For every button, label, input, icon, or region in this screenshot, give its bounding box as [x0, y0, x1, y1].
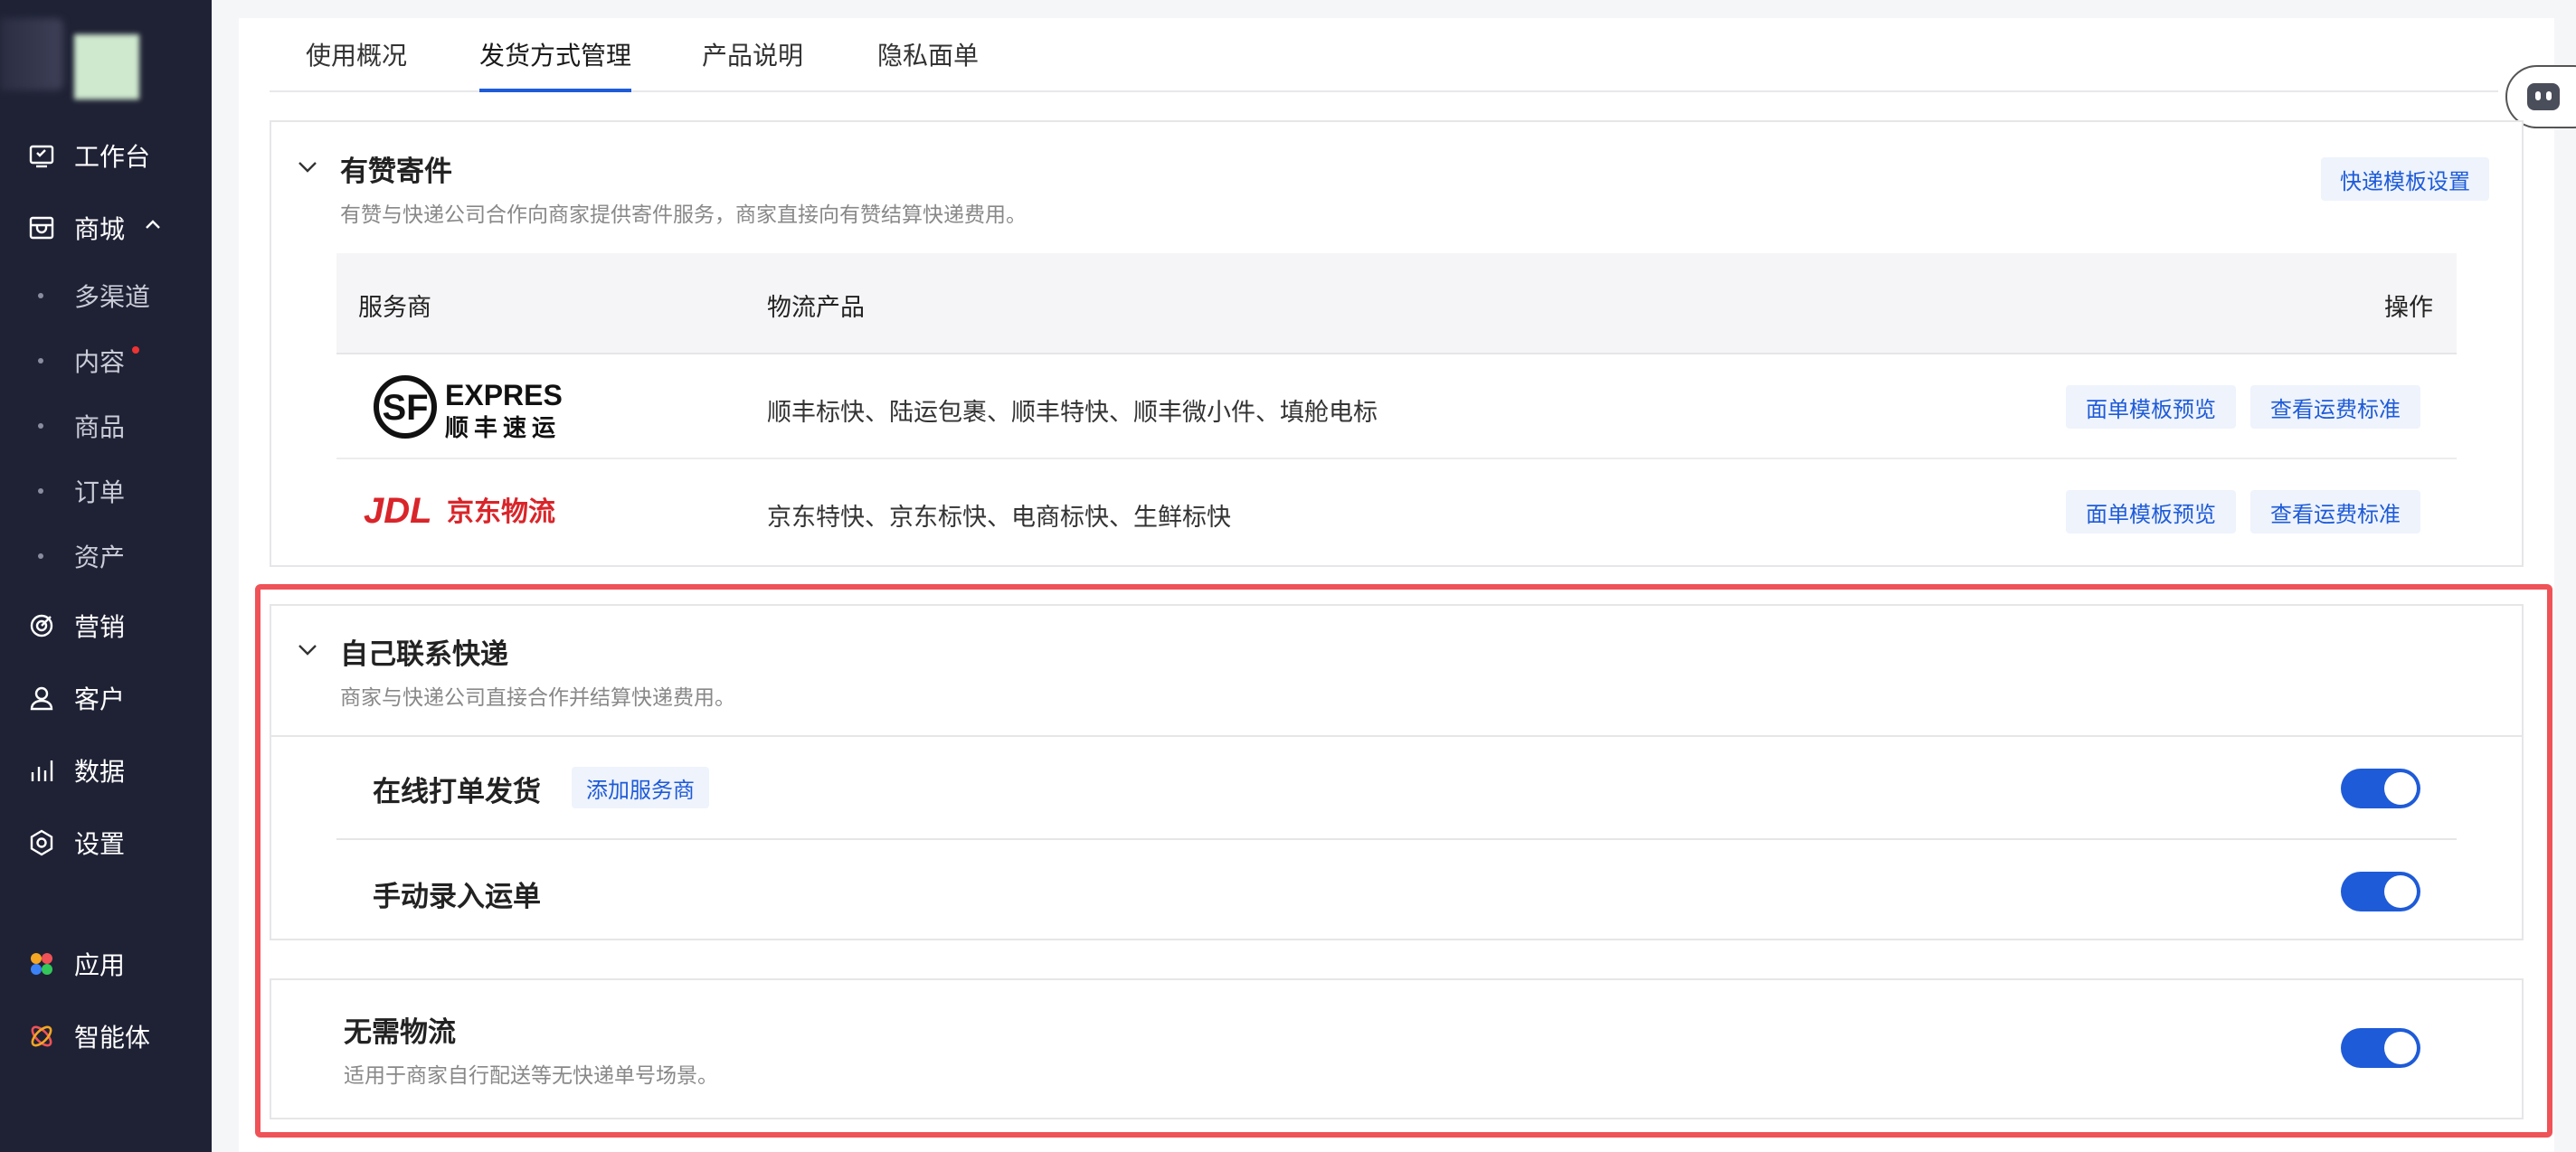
express-template-settings-button[interactable]: 快递模板设置 — [2321, 157, 2489, 201]
sidebar-item-store[interactable]: 商城 — [0, 201, 212, 255]
logo-blur — [0, 18, 63, 90]
table-row: JDL 京东物流 京东特快、京东标快、电商标快、生鲜标快 面单模板预览 查看运费… — [336, 461, 2457, 566]
sidebar-subitem-content[interactable]: 内容 — [0, 335, 212, 386]
agent-icon — [25, 1020, 58, 1053]
divider — [271, 735, 2522, 737]
online-print-title: 在线打单发货 — [373, 776, 541, 808]
sidebar-item-label: 营销 — [74, 612, 126, 642]
sidebar-item-workbench[interactable]: 工作台 — [0, 128, 212, 183]
data-icon — [25, 754, 58, 787]
svg-text:SF: SF — [382, 388, 428, 428]
toggle-knob — [2384, 1032, 2417, 1064]
active-tab-indicator — [479, 89, 631, 92]
bullet-dot — [38, 488, 43, 494]
marketing-icon — [25, 609, 58, 642]
waybill-template-preview-button[interactable]: 面单模板预览 — [2066, 385, 2236, 429]
sidebar-subitem-label: 资产 — [74, 543, 126, 572]
jdl-logistics-logo: JDL 京东物流 — [364, 488, 581, 534]
sidebar-item-marketing[interactable]: 营销 — [0, 599, 212, 653]
sidebar-item-data[interactable]: 数据 — [0, 743, 212, 798]
section-title: 无需物流 — [344, 1016, 456, 1049]
sf-express-logo: SF EXPRESS 顺丰速运 — [373, 371, 582, 443]
apps-icon — [25, 948, 58, 980]
sidebar-subitem-goods[interactable]: 商品 — [0, 401, 212, 451]
sidebar-item-settings[interactable]: 设置 — [0, 816, 212, 870]
add-provider-button[interactable]: 添加服务商 — [572, 767, 709, 808]
tab-bar: 使用概况 发货方式管理 产品说明 隐私面单 — [270, 36, 2498, 92]
sidebar-item-label: 客户 — [74, 685, 126, 714]
jdl-logo-text-en: JDL — [364, 491, 432, 531]
tab-overview[interactable]: 使用概况 — [306, 36, 407, 92]
sidebar-item-label: 设置 — [74, 829, 126, 859]
sf-logo-text-cn: 顺丰速运 — [445, 415, 561, 442]
no-logistics-section — [270, 978, 2524, 1119]
bullet-dot — [38, 293, 43, 298]
bullet-dot — [38, 358, 43, 364]
sidebar-subitem-label: 多渠道 — [74, 282, 151, 312]
manual-entry-title: 手动录入运单 — [373, 881, 541, 913]
sidebar-item-label: 商城 — [74, 214, 126, 244]
chevron-down-icon[interactable] — [295, 154, 320, 179]
store-avatar[interactable] — [74, 34, 139, 99]
sidebar-subitem-label: 订单 — [74, 477, 126, 507]
bullet-dot — [38, 423, 43, 429]
section-description: 商家与快递公司直接合作并结算快递费用。 — [340, 686, 735, 710]
sidebar-item-label: 应用 — [74, 950, 126, 980]
no-logistics-toggle[interactable] — [2341, 1028, 2420, 1068]
online-print-toggle[interactable] — [2341, 769, 2420, 808]
waybill-template-preview-button[interactable]: 面单模板预览 — [2066, 490, 2236, 534]
assistant-robot-button[interactable] — [2505, 65, 2576, 128]
toggle-knob — [2384, 875, 2417, 908]
workbench-icon — [25, 139, 58, 172]
jdl-logo-text-cn: 京东物流 — [447, 496, 555, 528]
tab-product-description[interactable]: 产品说明 — [702, 36, 803, 92]
toggle-knob — [2384, 772, 2417, 805]
chevron-down-icon[interactable] — [295, 637, 320, 662]
divider — [336, 838, 2457, 840]
sf-logo-text-en: EXPRESS — [445, 379, 563, 411]
robot-eye — [2535, 91, 2541, 100]
column-header-action: 操作 — [2384, 294, 2433, 322]
sidebar-item-agent[interactable]: 智能体 — [0, 1009, 212, 1063]
column-header-provider: 服务商 — [358, 294, 431, 322]
robot-eye — [2546, 91, 2552, 100]
sidebar-item-apps[interactable]: 应用 — [0, 937, 212, 991]
section-description: 有赞与快递公司合作向商家提供寄件服务，商家直接向有赞结算快递费用。 — [340, 203, 1027, 227]
sidebar-subitem-label: 商品 — [74, 412, 126, 442]
logistics-products: 京东特快、京东标快、电商标快、生鲜标快 — [767, 504, 1231, 532]
sidebar: 工作台 商城 多渠道 内容 商品 订单 资产 营销 客户 数据 设置 应用 智能… — [0, 0, 212, 1152]
logo — [0, 0, 212, 99]
sidebar-item-label: 工作台 — [74, 142, 151, 172]
robot-icon — [2527, 83, 2560, 110]
sidebar-item-customer[interactable]: 客户 — [0, 671, 212, 725]
chevron-up-icon — [143, 215, 163, 239]
tab-shipping-management[interactable]: 发货方式管理 — [479, 36, 631, 92]
bullet-dot — [38, 553, 43, 559]
view-shipping-rates-button[interactable]: 查看运费标准 — [2250, 490, 2420, 534]
view-shipping-rates-button[interactable]: 查看运费标准 — [2250, 385, 2420, 429]
tab-privacy-waybill[interactable]: 隐私面单 — [877, 36, 979, 92]
manual-entry-toggle[interactable] — [2341, 872, 2420, 911]
sidebar-subitem-assets[interactable]: 资产 — [0, 531, 212, 581]
logistics-products: 顺丰标快、陆运包裹、顺丰特快、顺丰微小件、填舱电标 — [767, 399, 1378, 427]
table-header: 服务商 物流产品 操作 — [336, 253, 2457, 354]
sidebar-item-label: 数据 — [74, 757, 126, 787]
section-title: 有赞寄件 — [340, 156, 452, 188]
customer-icon — [25, 682, 58, 714]
table-row: SF EXPRESS 顺丰速运 顺丰标快、陆运包裹、顺丰特快、顺丰微小件、填舱电… — [336, 354, 2457, 459]
sidebar-subitem-orders[interactable]: 订单 — [0, 466, 212, 516]
section-description: 适用于商家自行配送等无快递单号场景。 — [344, 1064, 718, 1088]
settings-icon — [25, 826, 58, 859]
store-icon — [25, 212, 58, 244]
notification-dot — [132, 346, 139, 354]
sidebar-subitem-channels[interactable]: 多渠道 — [0, 270, 212, 321]
sidebar-subitem-label: 内容 — [74, 347, 126, 377]
sidebar-item-label: 智能体 — [74, 1023, 151, 1053]
section-title: 自己联系快递 — [340, 638, 508, 671]
column-header-product: 物流产品 — [767, 294, 865, 322]
